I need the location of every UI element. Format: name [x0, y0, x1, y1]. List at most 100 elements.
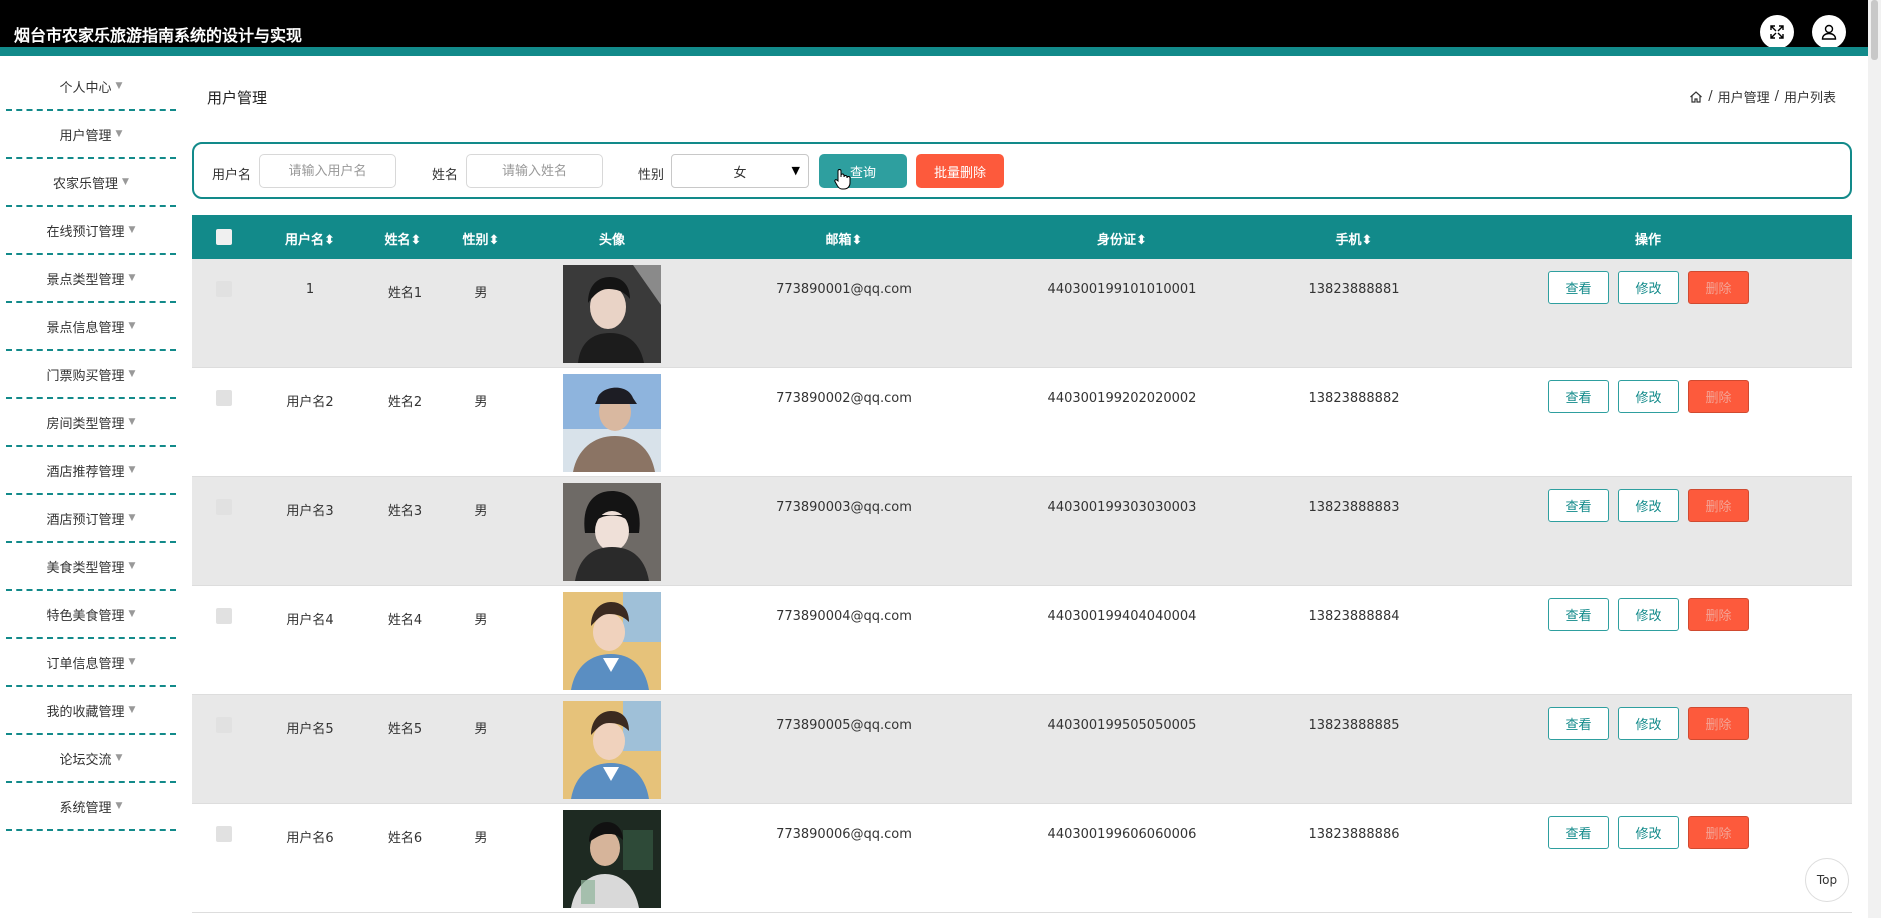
search-form: 用户名 姓名 性别 女 ▼ 查询 批量删除	[192, 142, 1852, 199]
caret-down-icon: ▼	[128, 417, 136, 427]
gender-select[interactable]: 女 ▼	[671, 154, 809, 188]
name-search-input[interactable]	[466, 154, 603, 188]
header-gender-label: 性别	[462, 233, 489, 248]
cell-username: 用户名4	[286, 613, 334, 628]
avatar	[563, 810, 661, 908]
sidebar-item-room-types[interactable]: 房间类型管理 ▼	[6, 399, 176, 447]
sort-icon: ⬍	[1136, 233, 1147, 248]
delete-button[interactable]: 删除	[1688, 816, 1749, 849]
users-table: 用户名⬍ 姓名⬍ 性别⬍ 头像 邮箱⬍ 身份证⬍ 手机⬍ 操作 1 姓名1 男 …	[192, 215, 1852, 913]
table-row: 用户名4 姓名4 男 773890004@qq.com 440300199404…	[192, 586, 1852, 695]
header-phone-label: 手机	[1335, 233, 1362, 248]
sidebar-item-label: 房间类型管理	[46, 416, 125, 432]
caret-down-icon: ▼	[128, 705, 136, 715]
scrollbar-thumb[interactable]	[1871, 0, 1878, 60]
caret-down-icon: ▼	[115, 753, 123, 763]
sidebar-item-label: 景点类型管理	[46, 272, 125, 288]
table-row: 用户名6 姓名6 男 773890006@qq.com 440300199606…	[192, 804, 1852, 913]
name-label: 姓名	[432, 168, 459, 183]
sidebar-item-label: 个人中心	[59, 80, 112, 96]
home-icon[interactable]	[1689, 90, 1703, 104]
sidebar-item-label: 用户管理	[59, 128, 112, 144]
sidebar-item-label: 论坛交流	[59, 752, 112, 768]
cell-gender: 男	[474, 504, 488, 519]
edit-button[interactable]: 修改	[1618, 707, 1679, 740]
avatar	[563, 701, 661, 799]
user-menu-button[interactable]	[1812, 15, 1846, 49]
edit-button[interactable]: 修改	[1618, 271, 1679, 304]
top-bar: 烟台市农家乐旅游指南系统的设计与实现	[0, 0, 1868, 56]
edit-button[interactable]: 修改	[1618, 380, 1679, 413]
breadcrumb-user-management[interactable]: 用户管理	[1718, 87, 1770, 106]
header-name[interactable]: 姓名⬍	[385, 229, 422, 248]
sidebar-item-label: 农家乐管理	[53, 176, 119, 192]
sidebar-item-spot-info[interactable]: 景点信息管理 ▼	[6, 303, 176, 351]
select-all-checkbox[interactable]	[216, 229, 232, 245]
cell-idcard: 440300199404040004	[1047, 609, 1197, 624]
row-checkbox[interactable]	[216, 826, 232, 842]
header-actions: 操作	[1634, 233, 1662, 248]
header-idcard-label: 身份证	[1097, 233, 1137, 248]
sidebar-item-hotel-recommend[interactable]: 酒店推荐管理 ▼	[6, 447, 176, 495]
breadcrumb-user-list: 用户列表	[1783, 91, 1836, 106]
sidebar-item-special-food[interactable]: 特色美食管理 ▼	[6, 591, 176, 639]
cell-phone: 13823888883	[1308, 500, 1400, 515]
caret-down-icon: ▼	[128, 321, 136, 331]
row-checkbox[interactable]	[216, 717, 232, 733]
sidebar-item-system[interactable]: 系统管理 ▼	[6, 783, 176, 831]
chevron-down-icon: ▼	[791, 164, 800, 177]
delete-button[interactable]: 删除	[1688, 380, 1749, 413]
view-button[interactable]: 查看	[1548, 707, 1609, 740]
view-button[interactable]: 查看	[1548, 816, 1609, 849]
sidebar-item-tickets[interactable]: 门票购买管理 ▼	[6, 351, 176, 399]
cell-name: 姓名4	[387, 613, 423, 628]
header-phone[interactable]: 手机⬍	[1336, 229, 1373, 248]
header-email[interactable]: 邮箱⬍	[826, 229, 863, 248]
cell-idcard: 440300199606060006	[1047, 827, 1197, 842]
caret-down-icon: ▼	[128, 609, 136, 619]
header-gender[interactable]: 性别⬍	[463, 229, 500, 248]
delete-button[interactable]: 删除	[1688, 271, 1749, 304]
batch-delete-button[interactable]: 批量删除	[916, 154, 1004, 188]
edit-button[interactable]: 修改	[1618, 598, 1679, 631]
header-avatar: 头像	[598, 233, 626, 248]
caret-down-icon: ▼	[115, 81, 123, 91]
sidebar-item-forum[interactable]: 论坛交流 ▼	[6, 735, 176, 783]
sort-icon: ⬍	[851, 233, 863, 248]
sidebar-item-food-types[interactable]: 美食类型管理 ▼	[6, 543, 176, 591]
cell-email: 773890001@qq.com	[776, 282, 912, 297]
page-scrollbar[interactable]	[1868, 0, 1881, 918]
row-checkbox[interactable]	[216, 499, 232, 515]
row-checkbox[interactable]	[216, 608, 232, 624]
header-username[interactable]: 用户名⬍	[285, 229, 335, 248]
header-idcard[interactable]: 身份证⬍	[1097, 229, 1147, 248]
sidebar-item-farmstay[interactable]: 农家乐管理 ▼	[6, 159, 176, 207]
sidebar-item-orders[interactable]: 订单信息管理 ▼	[6, 639, 176, 687]
sidebar-item-spot-types[interactable]: 景点类型管理 ▼	[6, 255, 176, 303]
username-label: 用户名	[212, 168, 252, 183]
sidebar-item-hotel-booking[interactable]: 酒店预订管理 ▼	[6, 495, 176, 543]
row-checkbox[interactable]	[216, 281, 232, 297]
back-to-top-button[interactable]: Top	[1805, 858, 1849, 902]
table-header: 用户名⬍ 姓名⬍ 性别⬍ 头像 邮箱⬍ 身份证⬍ 手机⬍ 操作	[192, 215, 1852, 259]
header-name-label: 姓名	[384, 233, 411, 248]
row-checkbox[interactable]	[216, 390, 232, 406]
view-button[interactable]: 查看	[1548, 380, 1609, 413]
app-title: 烟台市农家乐旅游指南系统的设计与实现	[14, 26, 303, 45]
username-search-input[interactable]	[259, 154, 396, 188]
edit-button[interactable]: 修改	[1618, 489, 1679, 522]
sidebar-item-profile[interactable]: 个人中心 ▼	[6, 63, 176, 111]
delete-button[interactable]: 删除	[1688, 598, 1749, 631]
edit-button[interactable]: 修改	[1618, 816, 1679, 849]
sidebar-item-users[interactable]: 用户管理 ▼	[6, 111, 176, 159]
sidebar-item-favorites[interactable]: 我的收藏管理 ▼	[6, 687, 176, 735]
page-title: 用户管理	[207, 89, 268, 107]
sidebar-item-online-booking[interactable]: 在线预订管理 ▼	[6, 207, 176, 255]
cell-idcard: 440300199303030003	[1047, 500, 1197, 515]
delete-button[interactable]: 删除	[1688, 707, 1749, 740]
view-button[interactable]: 查看	[1548, 598, 1609, 631]
fullscreen-button[interactable]	[1760, 15, 1794, 49]
view-button[interactable]: 查看	[1548, 489, 1609, 522]
delete-button[interactable]: 删除	[1688, 489, 1749, 522]
view-button[interactable]: 查看	[1548, 271, 1609, 304]
